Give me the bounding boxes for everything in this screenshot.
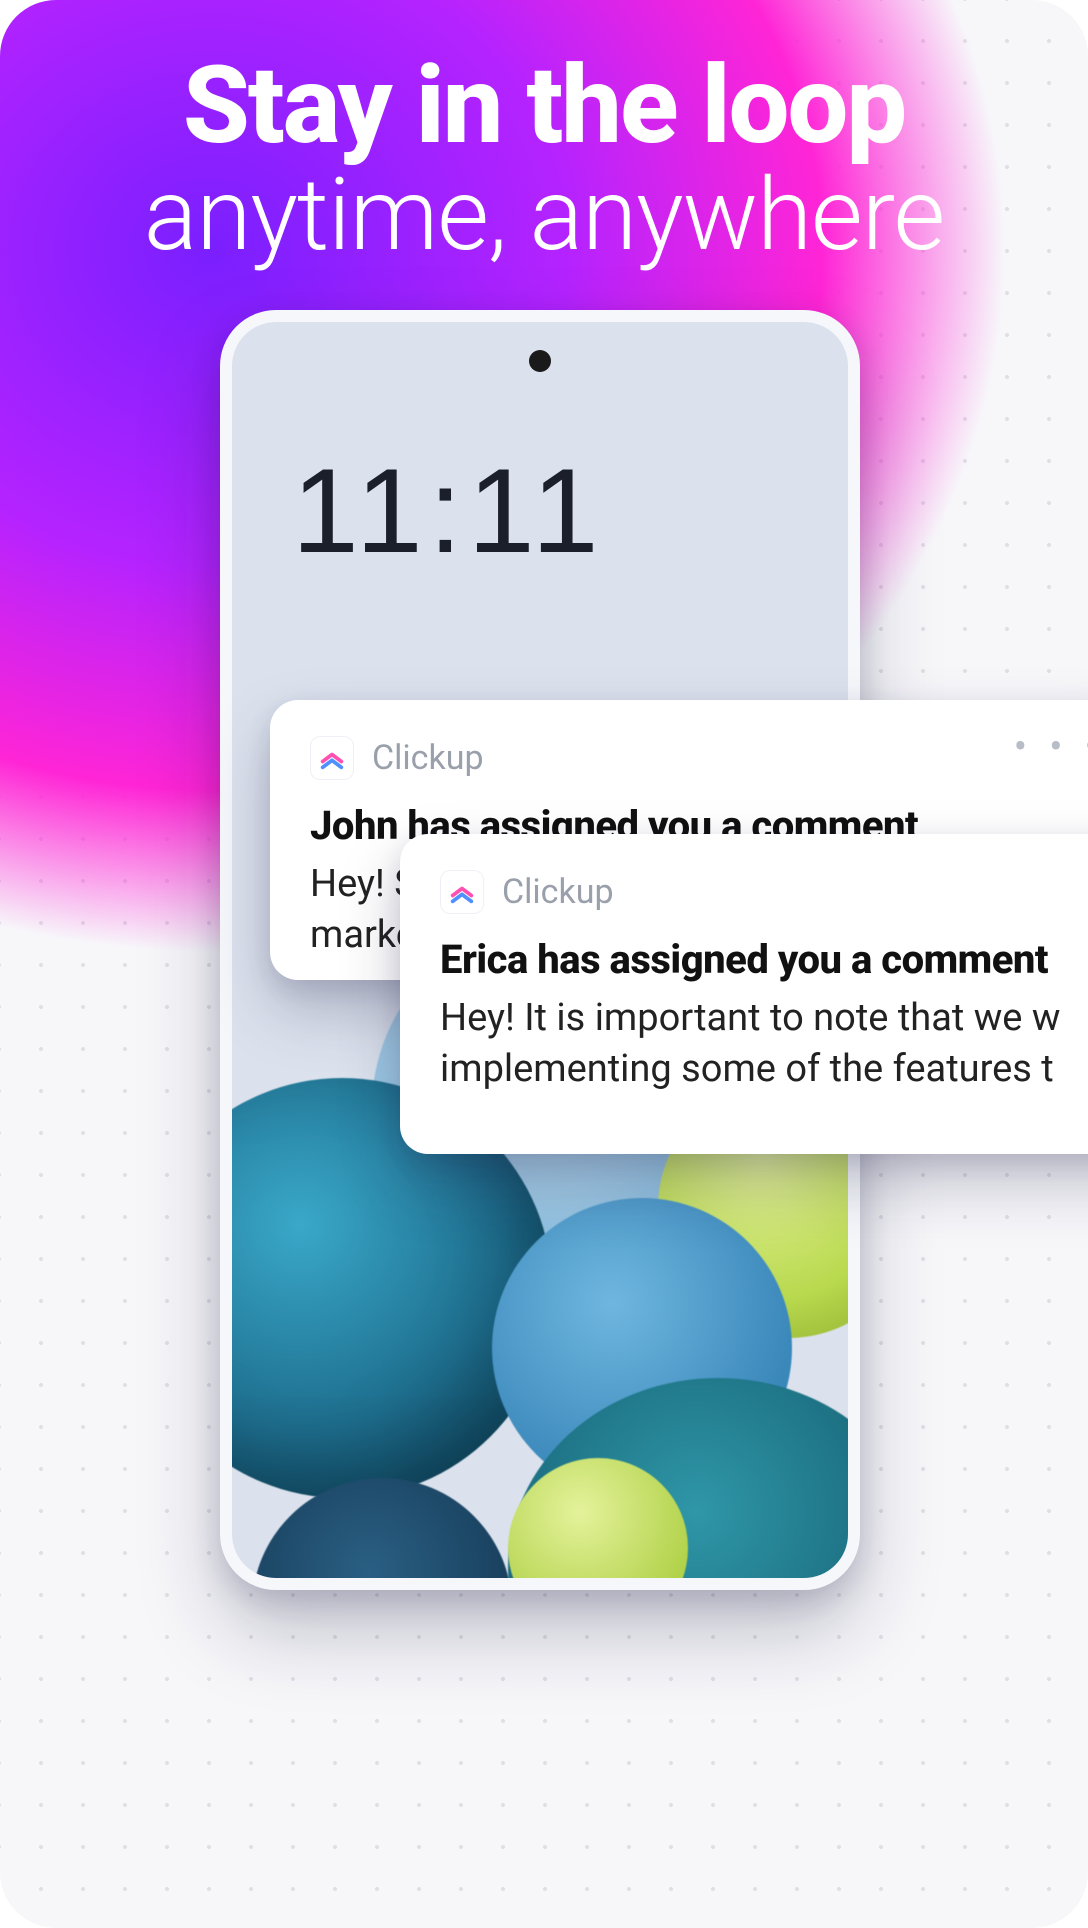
clickup-logo-icon — [440, 870, 484, 914]
notification-card[interactable]: Clickup Erica has assigned you a comment… — [400, 834, 1088, 1154]
headline: Stay in the loop anytime, anywhere — [0, 50, 1088, 268]
phone-camera-dot — [529, 350, 551, 372]
notification-app-name: Clickup — [502, 872, 614, 912]
notification-body: Hey! It is important to note that we w i… — [440, 993, 1088, 1096]
notification-title: Erica has assigned you a comment — [440, 936, 1088, 983]
promo-canvas: Stay in the loop anytime, anywhere 11:11… — [0, 0, 1088, 1928]
lockscreen-time: 11:11 — [292, 442, 604, 580]
headline-line1: Stay in the loop — [0, 50, 1088, 163]
wallpaper-blob — [252, 1478, 512, 1590]
notification-app-name: Clickup — [372, 738, 484, 778]
headline-line2: anytime, anywhere — [0, 163, 1088, 268]
clickup-logo-icon — [310, 736, 354, 780]
more-dots-icon[interactable]: • • • — [1014, 742, 1088, 752]
